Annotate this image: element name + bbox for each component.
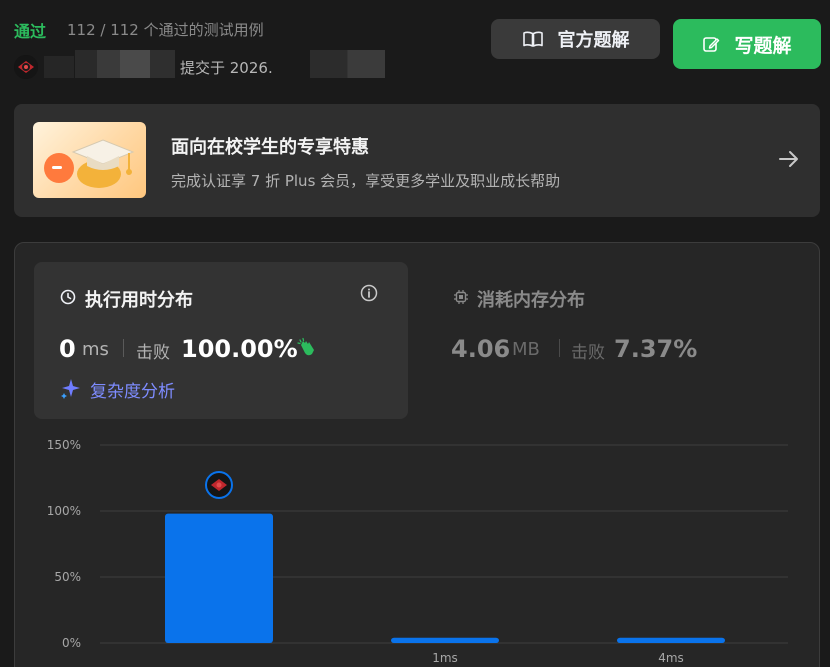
divider: [559, 339, 560, 357]
write-solution-label: 写题解: [734, 34, 792, 57]
runtime-unit: ms: [82, 339, 109, 360]
avatar-icon: [14, 55, 38, 79]
chart-bar[interactable]: [165, 513, 273, 643]
chart-bar[interactable]: [391, 637, 499, 643]
chart-bar[interactable]: [617, 637, 725, 643]
runtime-title: 执行用时分布: [85, 290, 193, 311]
tests-summary: 112 / 112 个通过的测试用例: [67, 21, 264, 39]
runtime-percent: 100.00%: [181, 335, 298, 363]
submitted-time: 提交于 2026.: [180, 59, 273, 77]
clock-icon: [60, 289, 76, 305]
memory-value: 4.06: [451, 335, 511, 363]
write-solution-button[interactable]: 写题解: [673, 19, 821, 69]
official-solution-label: 官方题解: [557, 30, 630, 51]
x-tick-label: 4ms: [658, 651, 684, 665]
redacted-username: [44, 56, 74, 78]
avatar-icon-dot: [216, 482, 222, 488]
graduation-cap-illustration: [33, 122, 146, 198]
chip-icon: [454, 290, 468, 304]
runtime-beat-label: 击败: [136, 343, 170, 363]
clapping-hands-icon: [297, 337, 314, 356]
edit-icon: [703, 37, 720, 52]
memory-tab[interactable]: 消耗内存分布: [477, 286, 585, 312]
accepted-status: 通过: [14, 22, 47, 41]
x-tick-label: 1ms: [432, 651, 458, 665]
memory-beat-label: 击败: [571, 343, 605, 363]
memory-percent: 7.37%: [614, 335, 698, 363]
arrow-right-icon[interactable]: [778, 148, 800, 170]
promo-title: 面向在校学生的专享特惠: [171, 137, 369, 158]
redacted-time: [310, 50, 385, 78]
info-icon[interactable]: [360, 284, 378, 302]
memory-unit: MB: [512, 339, 540, 360]
book-icon: [522, 31, 543, 47]
promo-subtitle: 完成认证享 7 折 Plus 会员，享受更多学业及职业成长帮助: [171, 172, 561, 190]
divider: [123, 339, 124, 357]
y-tick-label: 100%: [47, 504, 81, 518]
sparkle-icon: [61, 379, 80, 399]
y-tick-label: 150%: [47, 438, 81, 452]
official-solution-button[interactable]: 官方题解: [491, 19, 660, 59]
redacted-username-block: [75, 50, 175, 78]
y-tick-label: 50%: [54, 570, 81, 584]
runtime-distribution-chart[interactable]: 0% 50% 100% 150% 1ms 4ms: [30, 430, 830, 667]
runtime-value: 0: [59, 335, 76, 363]
complexity-analysis-link[interactable]: 复杂度分析: [90, 377, 175, 402]
y-tick-label: 0%: [62, 636, 81, 650]
user-avatar[interactable]: [14, 55, 38, 79]
